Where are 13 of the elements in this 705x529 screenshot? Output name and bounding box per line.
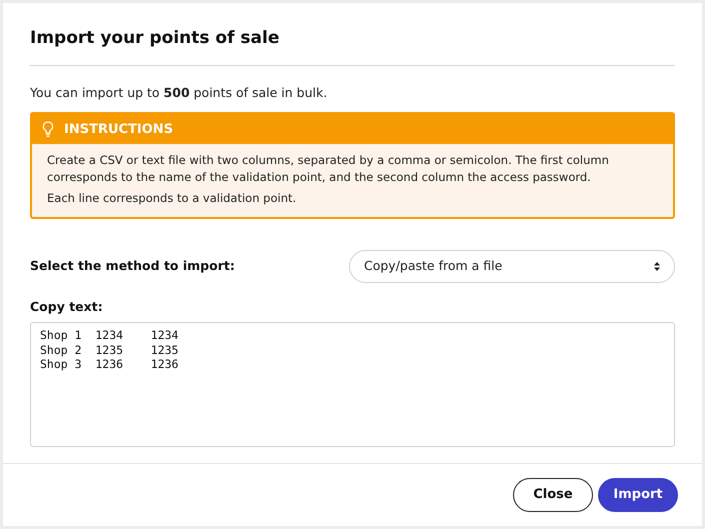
intro-text: You can import up to 500 points of sale in bulk. bbox=[30, 84, 328, 102]
instructions-text: Each line corresponds to a validation point. bbox=[47, 190, 298, 208]
instructions-text: Create a CSV or text file with two columns, separated by a comma or semicolon. The first column corresponds to the name of the validation point, and the second column the access password. bbox=[47, 152, 610, 186]
import-button[interactable]: Import bbox=[598, 478, 678, 512]
sort-caret-icon bbox=[654, 262, 660, 272]
copy-text-label: Copy text: bbox=[30, 298, 104, 316]
instructions-heading: INSTRUCTIONS bbox=[64, 120, 174, 138]
lightbulb-icon bbox=[42, 120, 54, 138]
method-label: Select the method to import: bbox=[30, 257, 235, 276]
dialog-title: Import your points of sale bbox=[30, 26, 675, 66]
method-select[interactable]: Copy/paste from a file bbox=[349, 250, 675, 284]
close-button[interactable]: Close bbox=[513, 478, 593, 512]
copy-text-field[interactable]: Shop 1 1234 1234 Shop 2 1235 1235 Shop 3 1236 1236 bbox=[30, 322, 675, 447]
